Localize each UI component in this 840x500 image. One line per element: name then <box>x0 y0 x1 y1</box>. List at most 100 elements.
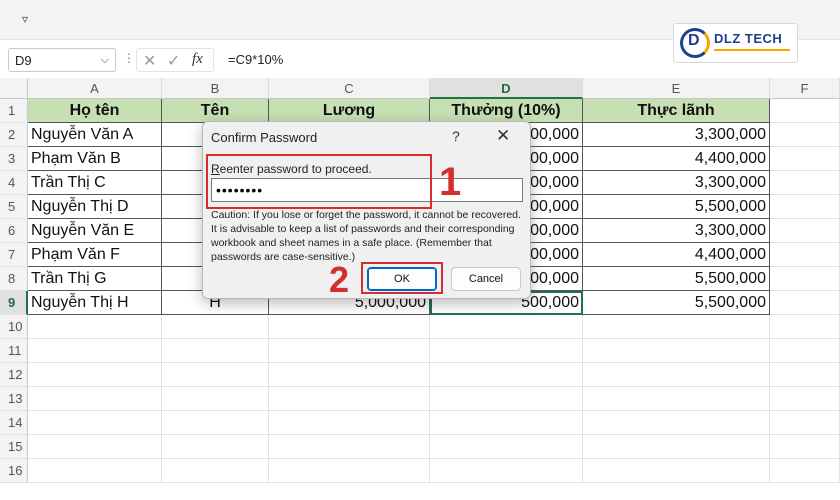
empty-cell[interactable] <box>28 435 162 459</box>
empty-cell[interactable] <box>269 363 430 387</box>
table-cell[interactable]: 4,400,000 <box>583 243 770 267</box>
table-cell[interactable]: 4,400,000 <box>583 147 770 171</box>
table-header-cell[interactable]: Họ tên <box>28 99 162 123</box>
empty-cell[interactable] <box>583 435 770 459</box>
column-header-d[interactable]: D <box>430 78 583 99</box>
empty-cell[interactable] <box>770 267 840 291</box>
empty-cell[interactable] <box>583 315 770 339</box>
empty-cell[interactable] <box>770 315 840 339</box>
table-cell[interactable]: Nguyễn Thị D <box>28 195 162 219</box>
table-cell[interactable]: 3,300,000 <box>583 171 770 195</box>
empty-cell[interactable] <box>583 363 770 387</box>
table-cell[interactable]: 5,500,000 <box>583 291 770 315</box>
table-header-cell[interactable]: Thực lãnh <box>583 99 770 123</box>
row-header-7[interactable]: 7 <box>0 243 28 267</box>
table-header-cell[interactable]: Tên <box>162 99 269 123</box>
table-cell[interactable]: Nguyễn Thị H <box>28 291 162 315</box>
empty-cell[interactable] <box>28 459 162 483</box>
empty-cell[interactable] <box>583 459 770 483</box>
empty-cell[interactable] <box>430 363 583 387</box>
empty-cell[interactable] <box>770 147 840 171</box>
table-cell[interactable]: 5,500,000 <box>583 195 770 219</box>
empty-cell[interactable] <box>770 435 840 459</box>
row-header-5[interactable]: 5 <box>0 195 28 219</box>
close-icon[interactable]: ✕ <box>496 126 510 146</box>
empty-cell[interactable] <box>269 459 430 483</box>
row-header-8[interactable]: 8 <box>0 267 28 291</box>
empty-cell[interactable] <box>162 459 269 483</box>
empty-cell[interactable] <box>269 411 430 435</box>
empty-cell[interactable] <box>28 387 162 411</box>
empty-cell[interactable] <box>430 459 583 483</box>
row-header-9[interactable]: 9 <box>0 291 28 315</box>
table-cell[interactable]: 3,300,000 <box>583 123 770 147</box>
row-header-10[interactable]: 10 <box>0 315 28 339</box>
cancel-button[interactable]: Cancel <box>451 267 521 291</box>
name-box[interactable]: D9 ⌵ <box>8 48 116 72</box>
formula-input[interactable]: =C9*10% <box>228 52 283 67</box>
empty-cell[interactable] <box>770 459 840 483</box>
empty-cell[interactable] <box>583 387 770 411</box>
table-cell[interactable]: Phạm Văn B <box>28 147 162 171</box>
column-header-a[interactable]: A <box>28 78 162 99</box>
row-header-15[interactable]: 15 <box>0 435 28 459</box>
table-cell[interactable]: Trần Thị G <box>28 267 162 291</box>
table-cell[interactable]: Nguyễn Văn A <box>28 123 162 147</box>
empty-cell[interactable] <box>770 339 840 363</box>
empty-cell[interactable] <box>269 315 430 339</box>
empty-cell[interactable] <box>162 387 269 411</box>
row-header-3[interactable]: 3 <box>0 147 28 171</box>
empty-cell[interactable] <box>770 99 840 123</box>
empty-cell[interactable] <box>162 363 269 387</box>
column-header-f[interactable]: F <box>770 78 840 99</box>
insert-function-button[interactable]: fx <box>192 51 203 68</box>
more-options-icon[interactable]: ⋮ <box>123 51 135 65</box>
empty-cell[interactable] <box>162 315 269 339</box>
customize-toolbar-icon[interactable]: ▿ <box>18 12 32 26</box>
empty-cell[interactable] <box>269 339 430 363</box>
row-header-6[interactable]: 6 <box>0 219 28 243</box>
empty-cell[interactable] <box>770 195 840 219</box>
column-header-b[interactable]: B <box>162 78 269 99</box>
empty-cell[interactable] <box>28 363 162 387</box>
table-cell[interactable]: 5,500,000 <box>583 267 770 291</box>
empty-cell[interactable] <box>770 387 840 411</box>
empty-cell[interactable] <box>770 123 840 147</box>
row-header-1[interactable]: 1 <box>0 99 28 123</box>
empty-cell[interactable] <box>430 315 583 339</box>
row-header-11[interactable]: 11 <box>0 339 28 363</box>
select-all-corner[interactable] <box>0 78 28 99</box>
empty-cell[interactable] <box>28 339 162 363</box>
table-cell[interactable]: 3,300,000 <box>583 219 770 243</box>
empty-cell[interactable] <box>770 243 840 267</box>
empty-cell[interactable] <box>430 435 583 459</box>
table-cell[interactable]: Trần Thị C <box>28 171 162 195</box>
empty-cell[interactable] <box>430 387 583 411</box>
column-header-e[interactable]: E <box>583 78 770 99</box>
row-header-16[interactable]: 16 <box>0 459 28 483</box>
row-header-14[interactable]: 14 <box>0 411 28 435</box>
table-header-cell[interactable]: Thưởng (10%) <box>430 99 583 123</box>
empty-cell[interactable] <box>28 315 162 339</box>
chevron-down-icon[interactable]: ⌵ <box>101 53 109 67</box>
empty-cell[interactable] <box>269 387 430 411</box>
empty-cell[interactable] <box>162 435 269 459</box>
table-cell[interactable]: Nguyễn Văn E <box>28 219 162 243</box>
empty-cell[interactable] <box>770 411 840 435</box>
empty-cell[interactable] <box>28 411 162 435</box>
empty-cell[interactable] <box>770 291 840 315</box>
confirm-entry-icon[interactable]: ✓ <box>167 51 180 70</box>
cancel-entry-icon[interactable]: ✕ <box>143 51 156 70</box>
row-header-4[interactable]: 4 <box>0 171 28 195</box>
row-header-12[interactable]: 12 <box>0 363 28 387</box>
row-header-2[interactable]: 2 <box>0 123 28 147</box>
empty-cell[interactable] <box>770 363 840 387</box>
empty-cell[interactable] <box>162 339 269 363</box>
column-header-c[interactable]: C <box>269 78 430 99</box>
empty-cell[interactable] <box>430 411 583 435</box>
empty-cell[interactable] <box>430 339 583 363</box>
row-header-13[interactable]: 13 <box>0 387 28 411</box>
help-button[interactable]: ? <box>452 128 460 144</box>
empty-cell[interactable] <box>269 435 430 459</box>
empty-cell[interactable] <box>583 339 770 363</box>
